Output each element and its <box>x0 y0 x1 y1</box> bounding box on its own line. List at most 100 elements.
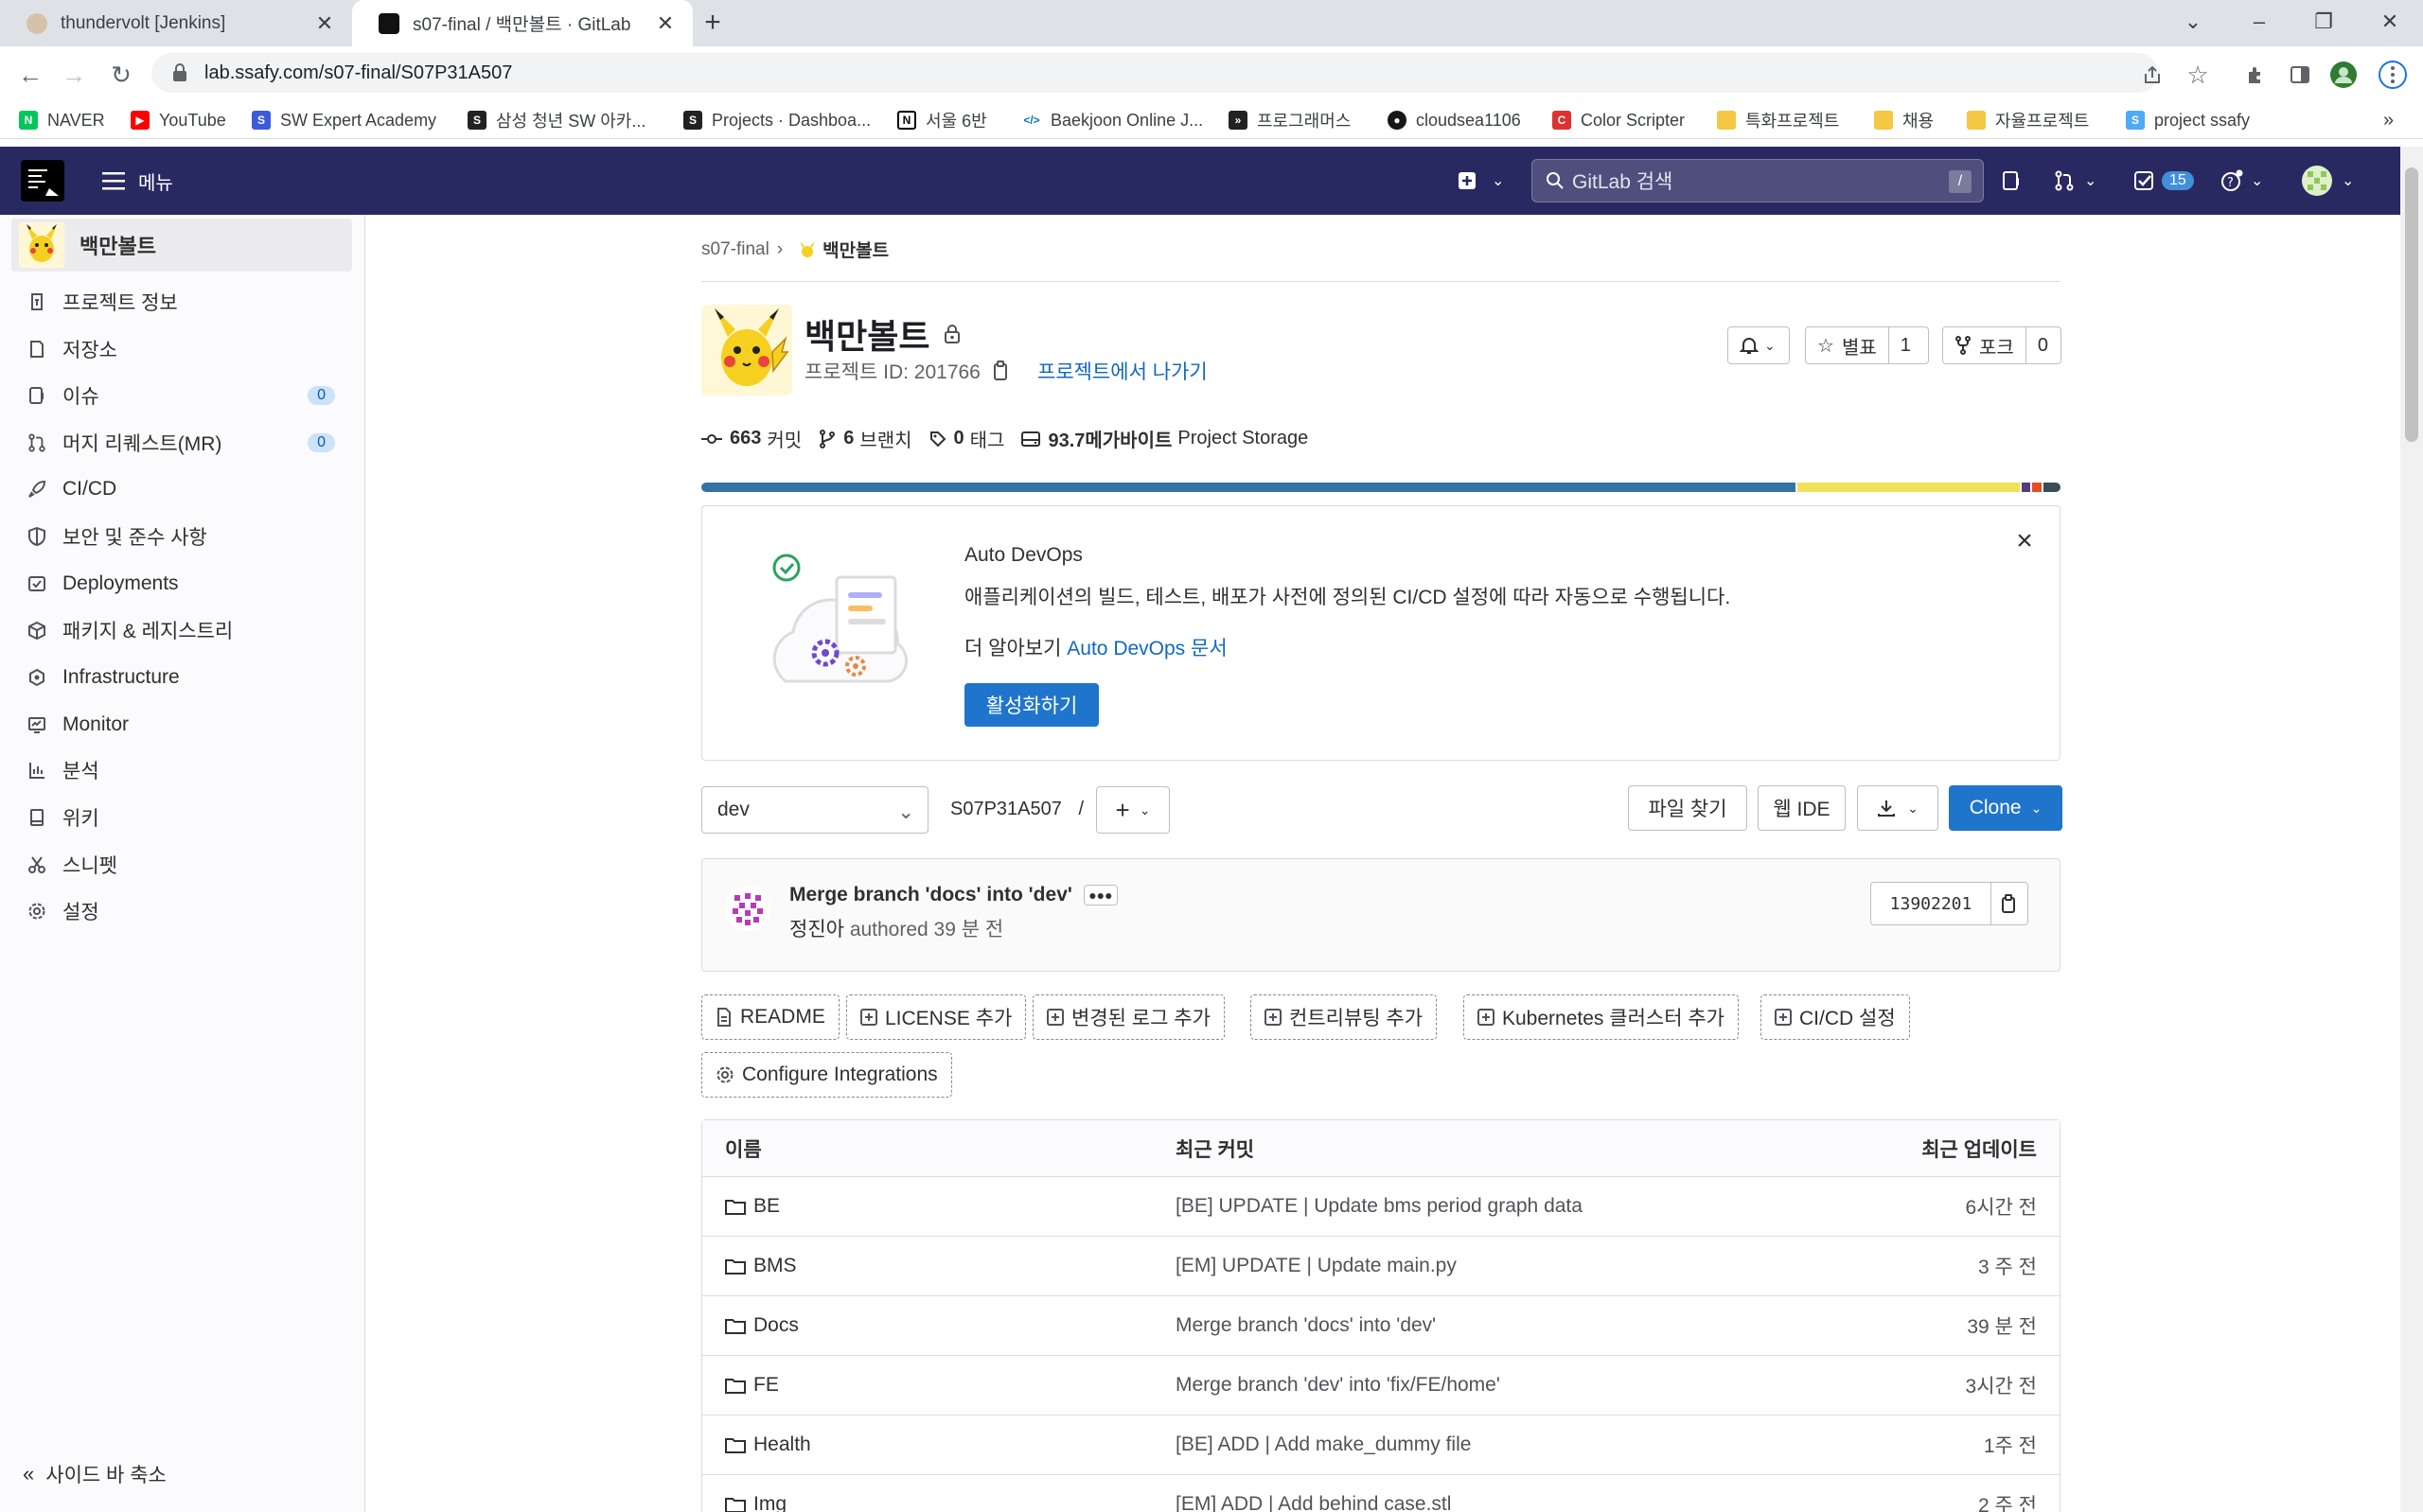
more-bookmarks-icon[interactable]: » <box>2383 107 2394 133</box>
web-ide-button[interactable]: 웹 IDE <box>1758 785 1846 831</box>
table-row[interactable]: BMS [EM] UPDATE | Update main.py 3 주 전 <box>702 1237 2060 1296</box>
reload-icon[interactable]: ↻ <box>104 58 138 92</box>
copy-sha-button[interactable] <box>1990 882 2028 925</box>
find-file-button[interactable]: 파일 찾기 <box>1628 785 1747 831</box>
bookmark-github[interactable]: ● cloudsea1106 <box>1388 107 1521 133</box>
commit-author[interactable]: 정진아 <box>789 919 844 941</box>
sidebar-item-settings[interactable]: 설정 <box>27 889 348 933</box>
sidebar-item-infrastructure[interactable]: Infrastructure <box>27 656 348 699</box>
breadcrumb-project[interactable]: 백만볼트 <box>798 237 889 262</box>
table-row[interactable]: Img [EM] ADD | Add behind case.stl 2 주 전 <box>702 1475 2060 1512</box>
page-scrollbar[interactable] <box>2400 147 2423 1512</box>
sidebar-item-issues[interactable]: 이슈 0 <box>27 374 348 417</box>
star-button[interactable]: ☆ 별표 <box>1806 327 1888 363</box>
add-license-button[interactable]: LICENSE 추가 <box>846 994 1027 1040</box>
branch-selector[interactable]: dev ⌄ <box>701 786 929 834</box>
commit-message-cell[interactable]: [BE] UPDATE | Update bms period graph da… <box>1176 1195 1583 1218</box>
table-row[interactable]: Health [BE] ADD | Add make_dummy file 1주… <box>702 1415 2060 1475</box>
close-tab-icon[interactable]: ✕ <box>655 11 676 35</box>
tags-stat[interactable]: 0 태그 <box>929 425 1004 452</box>
sidebar-item-packages[interactable]: 패키지 & 레지스트리 <box>27 608 348 652</box>
tab-search-icon[interactable]: ⌄ <box>2177 8 2209 36</box>
file-name-cell[interactable]: BE <box>725 1195 780 1218</box>
bookmark-ssafy[interactable]: S 삼성 청년 SW 아카... <box>468 107 646 133</box>
sidebar-item-security[interactable]: 보안 및 준수 사항 <box>27 515 348 558</box>
bookmark-folder-autonomous[interactable]: 자율프로젝트 <box>1967 107 2089 133</box>
commit-message-cell[interactable]: [EM] UPDATE | Update main.py <box>1176 1255 1457 1277</box>
bookmark-notion[interactable]: N 서울 6반 <box>897 107 987 133</box>
fork-button[interactable]: 포크 <box>1943 327 2025 363</box>
new-tab-button[interactable]: + <box>699 9 727 38</box>
sidebar-item-project-info[interactable]: 프로젝트 정보 <box>27 280 348 324</box>
search-input[interactable]: GitLab 검색 / <box>1531 159 1984 202</box>
sidebar-item-cicd[interactable]: CI/CD <box>27 467 348 511</box>
sidebar-item-deployments[interactable]: Deployments <box>27 562 348 606</box>
add-contributing-button[interactable]: 컨트리뷰팅 추가 <box>1250 994 1438 1040</box>
repository-languages-bar[interactable] <box>701 483 2060 492</box>
commits-stat[interactable]: 663 커밋 <box>701 425 802 452</box>
sidebar-project-header[interactable]: 백만볼트 <box>11 219 352 272</box>
minimize-button[interactable]: – <box>2243 8 2275 36</box>
bookmark-project-ssafy[interactable]: Sproject ssafy <box>2126 107 2250 133</box>
create-new-dropdown[interactable]: ⌄ <box>1458 166 1504 196</box>
enable-auto-devops-button[interactable]: 활성화하기 <box>964 683 1099 727</box>
add-to-tree-dropdown[interactable]: + ⌄ <box>1096 786 1170 834</box>
restore-button[interactable]: ❐ <box>2308 8 2340 36</box>
fork-count[interactable]: 0 <box>2025 327 2060 363</box>
file-name-cell[interactable]: Docs <box>725 1314 799 1337</box>
sidebar-item-snippets[interactable]: 스니펫 <box>27 843 348 887</box>
fork-button-group[interactable]: 포크 0 <box>1942 326 2061 364</box>
commit-message-cell[interactable]: [BE] ADD | Add make_dummy file <box>1176 1433 1471 1456</box>
sidebar-item-wiki[interactable]: 위키 <box>27 796 348 839</box>
auto-devops-docs-link[interactable]: Auto DevOps 문서 <box>1067 638 1227 659</box>
configure-integrations-button[interactable]: Configure Integrations <box>701 1052 952 1098</box>
bookmark-folder-jobs[interactable]: 채용 <box>1874 107 1934 133</box>
back-icon[interactable]: ← <box>13 58 47 92</box>
breadcrumb-group[interactable]: s07-final <box>701 239 769 260</box>
help-dropdown[interactable]: ? ⌄ <box>2220 166 2263 196</box>
close-tab-icon[interactable]: ✕ <box>314 11 335 35</box>
setup-cicd-button[interactable]: CI/CD 설정 <box>1760 994 1910 1040</box>
table-row[interactable]: BE [BE] UPDATE | Update bms period graph… <box>702 1177 2060 1237</box>
ellipsis-icon[interactable]: ●●● <box>1083 885 1118 905</box>
language-segment[interactable] <box>2041 483 2060 492</box>
bookmark-youtube[interactable]: ▶ YouTube <box>131 107 226 133</box>
bookmark-swea[interactable]: S SW Expert Academy <box>252 107 436 133</box>
browser-tab-gitlab[interactable]: s07-final / 백만볼트 · GitLab ✕ <box>352 0 693 46</box>
gitlab-logo[interactable] <box>21 160 64 202</box>
last-commit-message[interactable]: Merge branch 'docs' into 'dev' ●●● <box>789 884 1118 906</box>
address-bar[interactable]: lab.ssafy.com/s07-final/S07P31A507 <box>151 53 2158 93</box>
readme-button[interactable]: README <box>701 994 840 1040</box>
star-count[interactable]: 1 <box>1887 327 1922 363</box>
table-row[interactable]: Docs Merge branch 'docs' into 'dev' 39 분… <box>702 1296 2060 1356</box>
issues-icon[interactable] <box>2001 166 2022 196</box>
menu-button[interactable]: 메뉴 <box>102 167 173 194</box>
collapse-sidebar-button[interactable]: « 사이드 바 축소 <box>23 1460 167 1488</box>
commit-message-cell[interactable]: Merge branch 'docs' into 'dev' <box>1176 1314 1436 1337</box>
browser-menu-icon[interactable] <box>2376 58 2410 92</box>
share-icon[interactable] <box>2135 58 2169 92</box>
bookmark-programmers[interactable]: » 프로그래머스 <box>1229 107 1351 133</box>
file-name-cell[interactable]: FE <box>725 1374 779 1397</box>
close-icon[interactable]: × <box>2010 525 2039 556</box>
bookmark-projects[interactable]: S Projects · Dashboa... <box>683 107 871 133</box>
repo-path-root[interactable]: S07P31A507 <box>950 799 1062 819</box>
user-menu-dropdown[interactable]: ⌄ <box>2302 166 2354 196</box>
bookmark-colorscripter[interactable]: C Color Scripter <box>1552 107 1685 133</box>
language-segment[interactable] <box>2030 483 2042 492</box>
forward-icon[interactable]: → <box>57 58 91 92</box>
sidebar-item-merge-requests[interactable]: 머지 리퀘스트(MR) 0 <box>27 421 348 465</box>
todos-button[interactable]: 15 <box>2133 166 2194 196</box>
file-name-cell[interactable]: BMS <box>725 1255 797 1277</box>
sidebar-item-analytics[interactable]: 분석 <box>27 748 348 792</box>
file-name-cell[interactable]: Img <box>725 1493 787 1512</box>
close-window-button[interactable]: ✕ <box>2374 8 2406 36</box>
bookmark-star-icon[interactable]: ☆ <box>2181 58 2215 92</box>
profile-avatar[interactable] <box>2326 58 2361 92</box>
sidebar-item-monitor[interactable]: Monitor <box>27 703 348 747</box>
bookmark-baekjoon[interactable]: </> Baekjoon Online J... <box>1022 107 1203 133</box>
download-dropdown[interactable]: ⌄ <box>1857 785 1938 831</box>
file-name-cell[interactable]: Health <box>725 1433 811 1456</box>
branches-stat[interactable]: 6 브랜치 <box>819 425 912 452</box>
side-panel-icon[interactable] <box>2283 58 2317 92</box>
